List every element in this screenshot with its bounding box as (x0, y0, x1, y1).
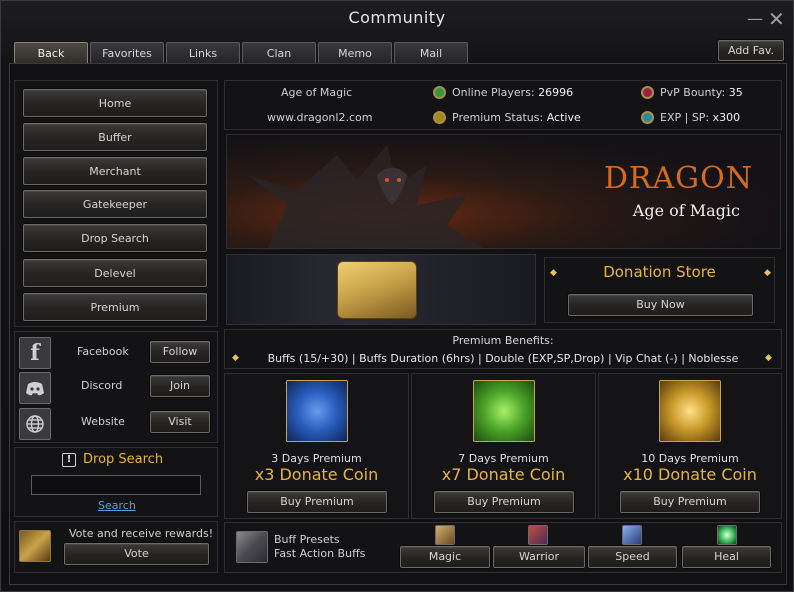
discord-label: Discord (81, 379, 123, 392)
pvp-value: 35 (728, 86, 743, 99)
heal-preset-button[interactable]: Heal (682, 546, 771, 568)
premium-days: 3 Days Premium (271, 452, 362, 465)
tab-back[interactable]: Back (14, 42, 88, 64)
golden-chest-icon (337, 261, 417, 319)
drop-search-link[interactable]: Search (98, 499, 136, 512)
tab-mail[interactable]: Mail (394, 42, 468, 64)
vote-button[interactable]: Vote (64, 543, 209, 565)
donation-chest-banner (226, 254, 536, 325)
online-value: 26996 (538, 86, 574, 99)
tab-clan[interactable]: Clan (242, 42, 316, 64)
premium-days: 7 Days Premium (458, 452, 549, 465)
banner-title: DRAGON (603, 161, 753, 196)
sidebar-item-premium[interactable]: Premium (23, 293, 207, 321)
add-fav-button[interactable]: Add Fav. (718, 40, 784, 61)
tab-memo[interactable]: Memo (318, 42, 392, 64)
premium-reward: x3 Donate Coin (254, 465, 379, 484)
buy-now-button[interactable]: Buy Now (568, 294, 753, 316)
pvp-bounty-icon (641, 86, 654, 99)
buff-preset-icon (236, 531, 268, 563)
window-title: Community (348, 8, 446, 27)
discord-join-button[interactable]: Join (150, 375, 210, 397)
buff-presets-subtitle: Fast Action Buffs (274, 547, 366, 560)
sidebar-item-delevel[interactable]: Delevel (23, 259, 207, 287)
exp-value: x300 (712, 111, 741, 124)
tab-favorites[interactable]: Favorites (90, 42, 164, 64)
premium-days: 10 Days Premium (641, 452, 739, 465)
premium-card-3: 3 Days Premium x3 Donate Coin Buy Premiu… (224, 373, 409, 519)
benefits-title: Premium Benefits: (452, 334, 554, 347)
dragon-banner: DRAGON Age of Magic (226, 134, 781, 249)
exp-rate-icon (641, 111, 654, 124)
blue-chest-icon (285, 380, 348, 442)
community-window: Community — ✕ Back Favorites Links Clan … (0, 0, 794, 592)
premium-reward: x10 Donate Coin (623, 465, 757, 484)
server-website: www.dragonl2.com (267, 111, 373, 124)
server-name: Age of Magic (281, 86, 353, 99)
drop-search-input[interactable] (31, 475, 201, 495)
buy-premium-button[interactable]: Buy Premium (434, 491, 574, 513)
facebook-icon[interactable]: f (19, 337, 51, 369)
warrior-preset-button[interactable]: Warrior (493, 546, 585, 568)
close-icon[interactable]: ✕ (768, 7, 785, 31)
minimize-icon[interactable]: — (747, 9, 763, 28)
online-status-icon (433, 86, 446, 99)
speed-preset-button[interactable]: Speed (588, 546, 677, 568)
premium-card-10: 10 Days Premium x10 Donate Coin Buy Prem… (598, 373, 782, 519)
buy-premium-button[interactable]: Buy Premium (620, 491, 760, 513)
premium-reward: x7 Donate Coin (441, 465, 566, 484)
facebook-follow-button[interactable]: Follow (150, 341, 210, 363)
alert-icon: ! (62, 453, 76, 467)
title-bar: Community (1, 1, 793, 37)
website-label: Website (81, 415, 125, 428)
green-chest-icon (472, 380, 535, 442)
pvp-label: PvP Bounty: (660, 86, 726, 99)
premium-status-icon (433, 111, 446, 124)
donation-store-title: Donation Store (603, 263, 716, 281)
banner-subtitle: Age of Magic (632, 201, 740, 220)
globe-icon[interactable] (19, 408, 51, 440)
treasure-chest-icon (19, 530, 51, 562)
sidebar-item-home[interactable]: Home (23, 89, 207, 117)
heal-buff-icon (717, 525, 737, 545)
sidebar-item-gatekeeper[interactable]: Gatekeeper (23, 190, 207, 218)
magic-preset-button[interactable]: Magic (400, 546, 490, 568)
premium-card-7: 7 Days Premium x7 Donate Coin Buy Premiu… (411, 373, 596, 519)
tab-links[interactable]: Links (166, 42, 240, 64)
online-label: Online Players: (452, 86, 535, 99)
premium-label: Premium Status: (452, 111, 544, 124)
vote-text: Vote and receive rewards! (69, 527, 214, 540)
premium-value: Active (546, 111, 581, 124)
sidebar-item-drop-search[interactable]: Drop Search (23, 224, 207, 252)
sidebar-item-buffer[interactable]: Buffer (23, 123, 207, 151)
buff-presets-title: Buff Presets (274, 533, 340, 546)
discord-icon[interactable] (19, 372, 51, 404)
drop-search-title: Drop Search (83, 452, 164, 467)
website-visit-button[interactable]: Visit (150, 411, 210, 433)
exp-label: EXP | SP: (660, 111, 710, 124)
buy-premium-button[interactable]: Buy Premium (247, 491, 387, 513)
sidebar-item-merchant[interactable]: Merchant (23, 157, 207, 185)
gold-chest-icon (659, 380, 721, 442)
speed-buff-icon (622, 525, 642, 545)
benefits-text: Buffs (15/+30) | Buffs Duration (6hrs) |… (267, 352, 739, 365)
warrior-buff-icon (528, 525, 548, 545)
facebook-label: Facebook (77, 345, 129, 358)
magic-buff-icon (435, 525, 455, 545)
